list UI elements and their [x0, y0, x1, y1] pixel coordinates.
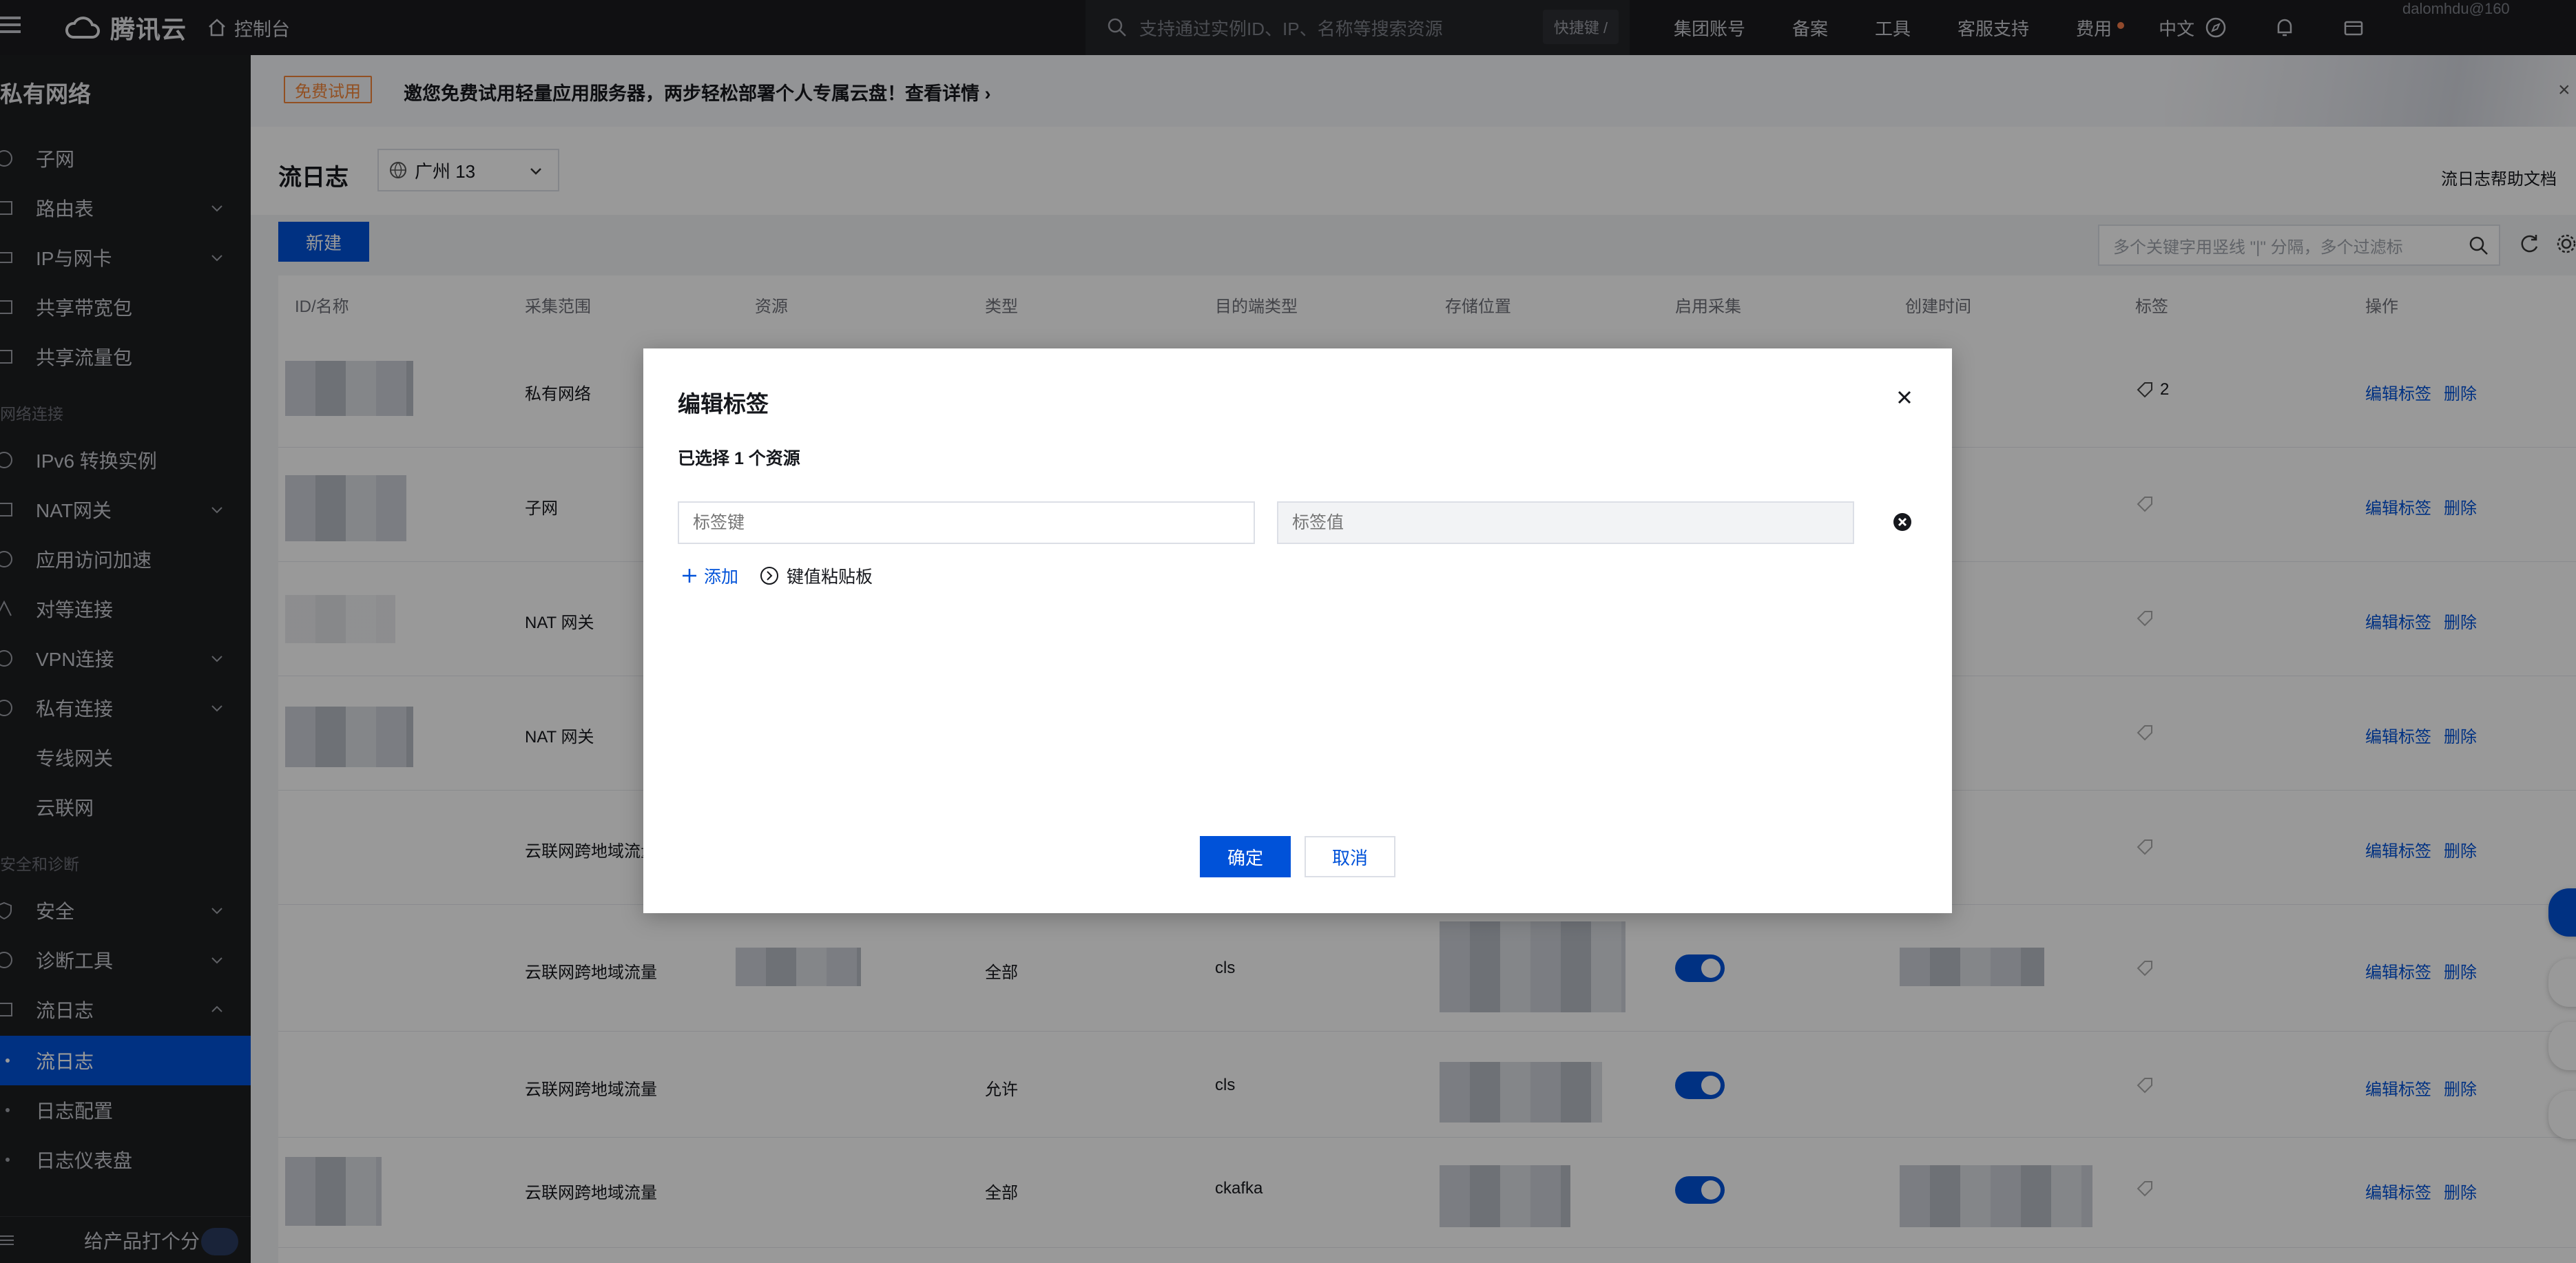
cancel-button[interactable]: 取消	[1305, 836, 1395, 877]
tag-key-input[interactable]	[678, 501, 1255, 544]
chevron-circle-right-icon	[760, 567, 778, 585]
paste-board-label: 键值粘贴板	[787, 567, 873, 587]
add-tag-button[interactable]: 添加	[681, 563, 738, 588]
close-icon[interactable]	[1894, 387, 1915, 408]
selected-resources-count: 已选择 1 个资源	[678, 449, 800, 468]
add-tag-label: 添加	[704, 567, 739, 587]
edit-tags-dialog: 编辑标签 已选择 1 个资源 添加 键值粘贴板 确定 取消	[643, 348, 1952, 913]
plus-icon	[683, 569, 696, 583]
confirm-button[interactable]: 确定	[1200, 836, 1291, 877]
dialog-title: 编辑标签	[678, 391, 769, 417]
tag-value-input[interactable]	[1277, 501, 1854, 544]
paste-board-button[interactable]: 键值粘贴板	[759, 563, 873, 588]
remove-tag-icon[interactable]	[1891, 511, 1913, 533]
